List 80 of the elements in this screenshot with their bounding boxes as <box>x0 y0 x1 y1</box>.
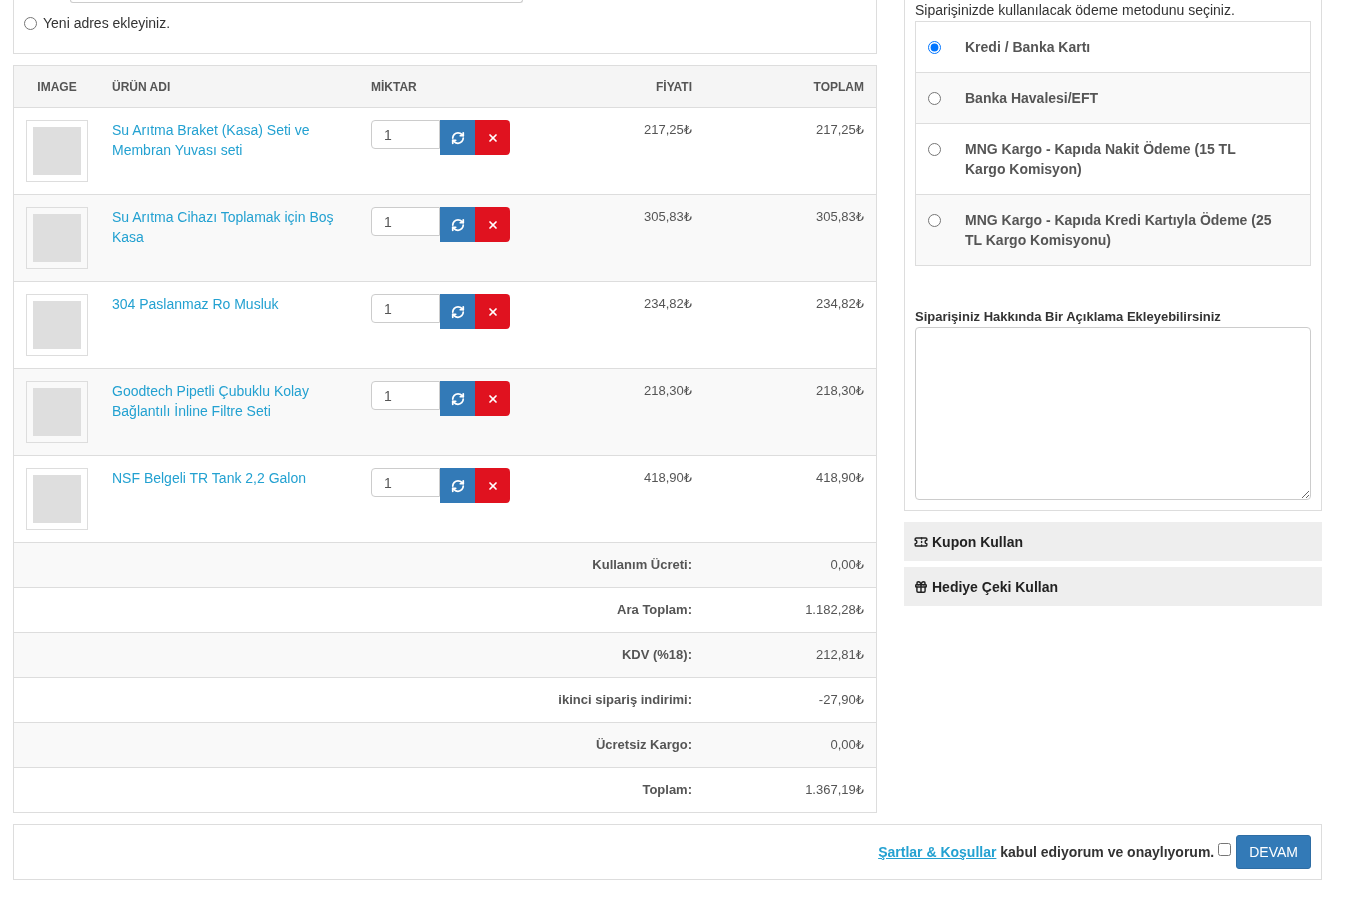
close-icon <box>486 305 499 318</box>
price-cell-text: 217,25₺ <box>642 121 693 139</box>
new-address-label: Yeni adres ekleyiniz. <box>43 14 171 33</box>
total-label: ikinci sipariş indirimi: <box>557 691 693 709</box>
total-label: Toplam: <box>641 781 693 799</box>
continue-button[interactable]: DEVAM <box>1236 835 1311 869</box>
column-header: FİYATI <box>655 79 693 94</box>
quantity-field[interactable]: 1 <box>371 294 440 323</box>
remove-button[interactable] <box>475 294 510 329</box>
price-cell-text: 305,83₺ <box>642 208 693 226</box>
column-header: TOPLAM <box>812 79 865 94</box>
quantity-field[interactable]: 1 <box>371 207 440 236</box>
refresh-button[interactable] <box>440 207 475 242</box>
refresh-icon <box>450 304 465 319</box>
radio-button[interactable] <box>928 143 941 156</box>
total-label: KDV (%18): <box>620 646 693 664</box>
total-value: 0,00₺ <box>829 736 865 754</box>
price-cell-text: 418,90₺ <box>642 469 693 487</box>
remove-button[interactable] <box>475 468 510 503</box>
address-select-field[interactable] <box>70 0 523 3</box>
total-cell-text: 218,30₺ <box>814 382 865 400</box>
close-icon <box>486 479 499 492</box>
gift-icon <box>914 579 928 594</box>
column-header: IMAGE <box>36 79 78 94</box>
refresh-icon <box>450 130 465 145</box>
payment-instruction: Siparişinizde kullanılacak ödeme metodunu seçiniz. <box>915 1 1236 20</box>
refresh-icon <box>450 478 465 493</box>
radio-button[interactable] <box>928 41 941 54</box>
photo-placeholder <box>26 468 88 530</box>
payment-method-label: Kredi / Banka Kartı <box>965 38 1092 57</box>
terms-agreement-text: Şartlar & Koşullar kabul ediyorum ve onaylıyorum. <box>878 844 1215 860</box>
refresh-button[interactable] <box>440 468 475 503</box>
total-label: Ücretsiz Kargo: <box>594 736 693 754</box>
refresh-button[interactable] <box>440 381 475 416</box>
column-header: MİKTAR <box>370 79 418 94</box>
payment-method-label: Banka Havalesi/EFT <box>965 89 1100 108</box>
accordion-header[interactable]: Hediye Çeki Kullan <box>904 567 1322 606</box>
photo-placeholder <box>26 207 88 269</box>
total-value: -27,90₺ <box>817 691 865 709</box>
ticket-icon <box>914 534 928 549</box>
photo-placeholder <box>26 294 88 356</box>
comment-field[interactable] <box>915 327 1311 500</box>
price-cell-text: 234,82₺ <box>642 295 693 313</box>
radio-button[interactable] <box>24 16 37 30</box>
total-cell-text: 217,25₺ <box>814 121 865 139</box>
total-cell-text: 234,82₺ <box>814 295 865 313</box>
payment-method-item[interactable]: MNG Kargo - Kapıda Kredi Kartıyla Ödeme (25 TL Kargo Komisyonu) <box>916 194 1310 265</box>
quantity-field[interactable]: 1 <box>371 468 440 497</box>
total-value: 0,00₺ <box>829 556 865 574</box>
remove-button[interactable] <box>475 120 510 155</box>
total-value: 1.182,28₺ <box>804 601 865 619</box>
close-icon <box>486 218 499 231</box>
payment-method-item[interactable]: Banka Havalesi/EFT <box>916 72 1310 123</box>
photo-placeholder <box>26 381 88 443</box>
price-cell-text: 218,30₺ <box>642 382 693 400</box>
payment-method-label: MNG Kargo - Kapıda Nakit Ödeme (15 TL Kargo Komisyon) <box>965 140 1237 179</box>
photo-placeholder <box>26 120 88 182</box>
accordion-header[interactable]: Kupon Kullan <box>904 522 1322 561</box>
radio-button[interactable] <box>928 214 941 227</box>
remove-button[interactable] <box>475 381 510 416</box>
radio-button[interactable] <box>928 92 941 105</box>
payment-method-label: MNG Kargo - Kapıda Kredi Kartıyla Ödeme (25 TL Kargo Komisyonu) <box>965 211 1273 250</box>
refresh-button[interactable] <box>440 120 475 155</box>
total-value: 212,81₺ <box>814 646 865 664</box>
terms-checkbox[interactable] <box>1218 842 1232 856</box>
quantity-field[interactable]: 1 <box>371 120 440 149</box>
refresh-icon <box>450 217 465 232</box>
comment-label: Siparişiniz Hakkında Bir Açıklama Ekleyebilirsiniz <box>915 309 1222 325</box>
total-cell-text: 418,90₺ <box>814 469 865 487</box>
quantity-field[interactable]: 1 <box>371 381 440 410</box>
total-label: Kullanım Ücreti: <box>591 556 693 574</box>
close-icon <box>486 131 499 144</box>
total-label: Ara Toplam: <box>616 601 693 619</box>
remove-button[interactable] <box>475 207 510 242</box>
close-icon <box>486 392 499 405</box>
total-value: 1.367,19₺ <box>804 781 865 799</box>
refresh-button[interactable] <box>440 294 475 329</box>
refresh-icon <box>450 391 465 406</box>
column-header: ÜRÜN ADI <box>111 79 172 94</box>
total-cell-text: 305,83₺ <box>814 208 865 226</box>
